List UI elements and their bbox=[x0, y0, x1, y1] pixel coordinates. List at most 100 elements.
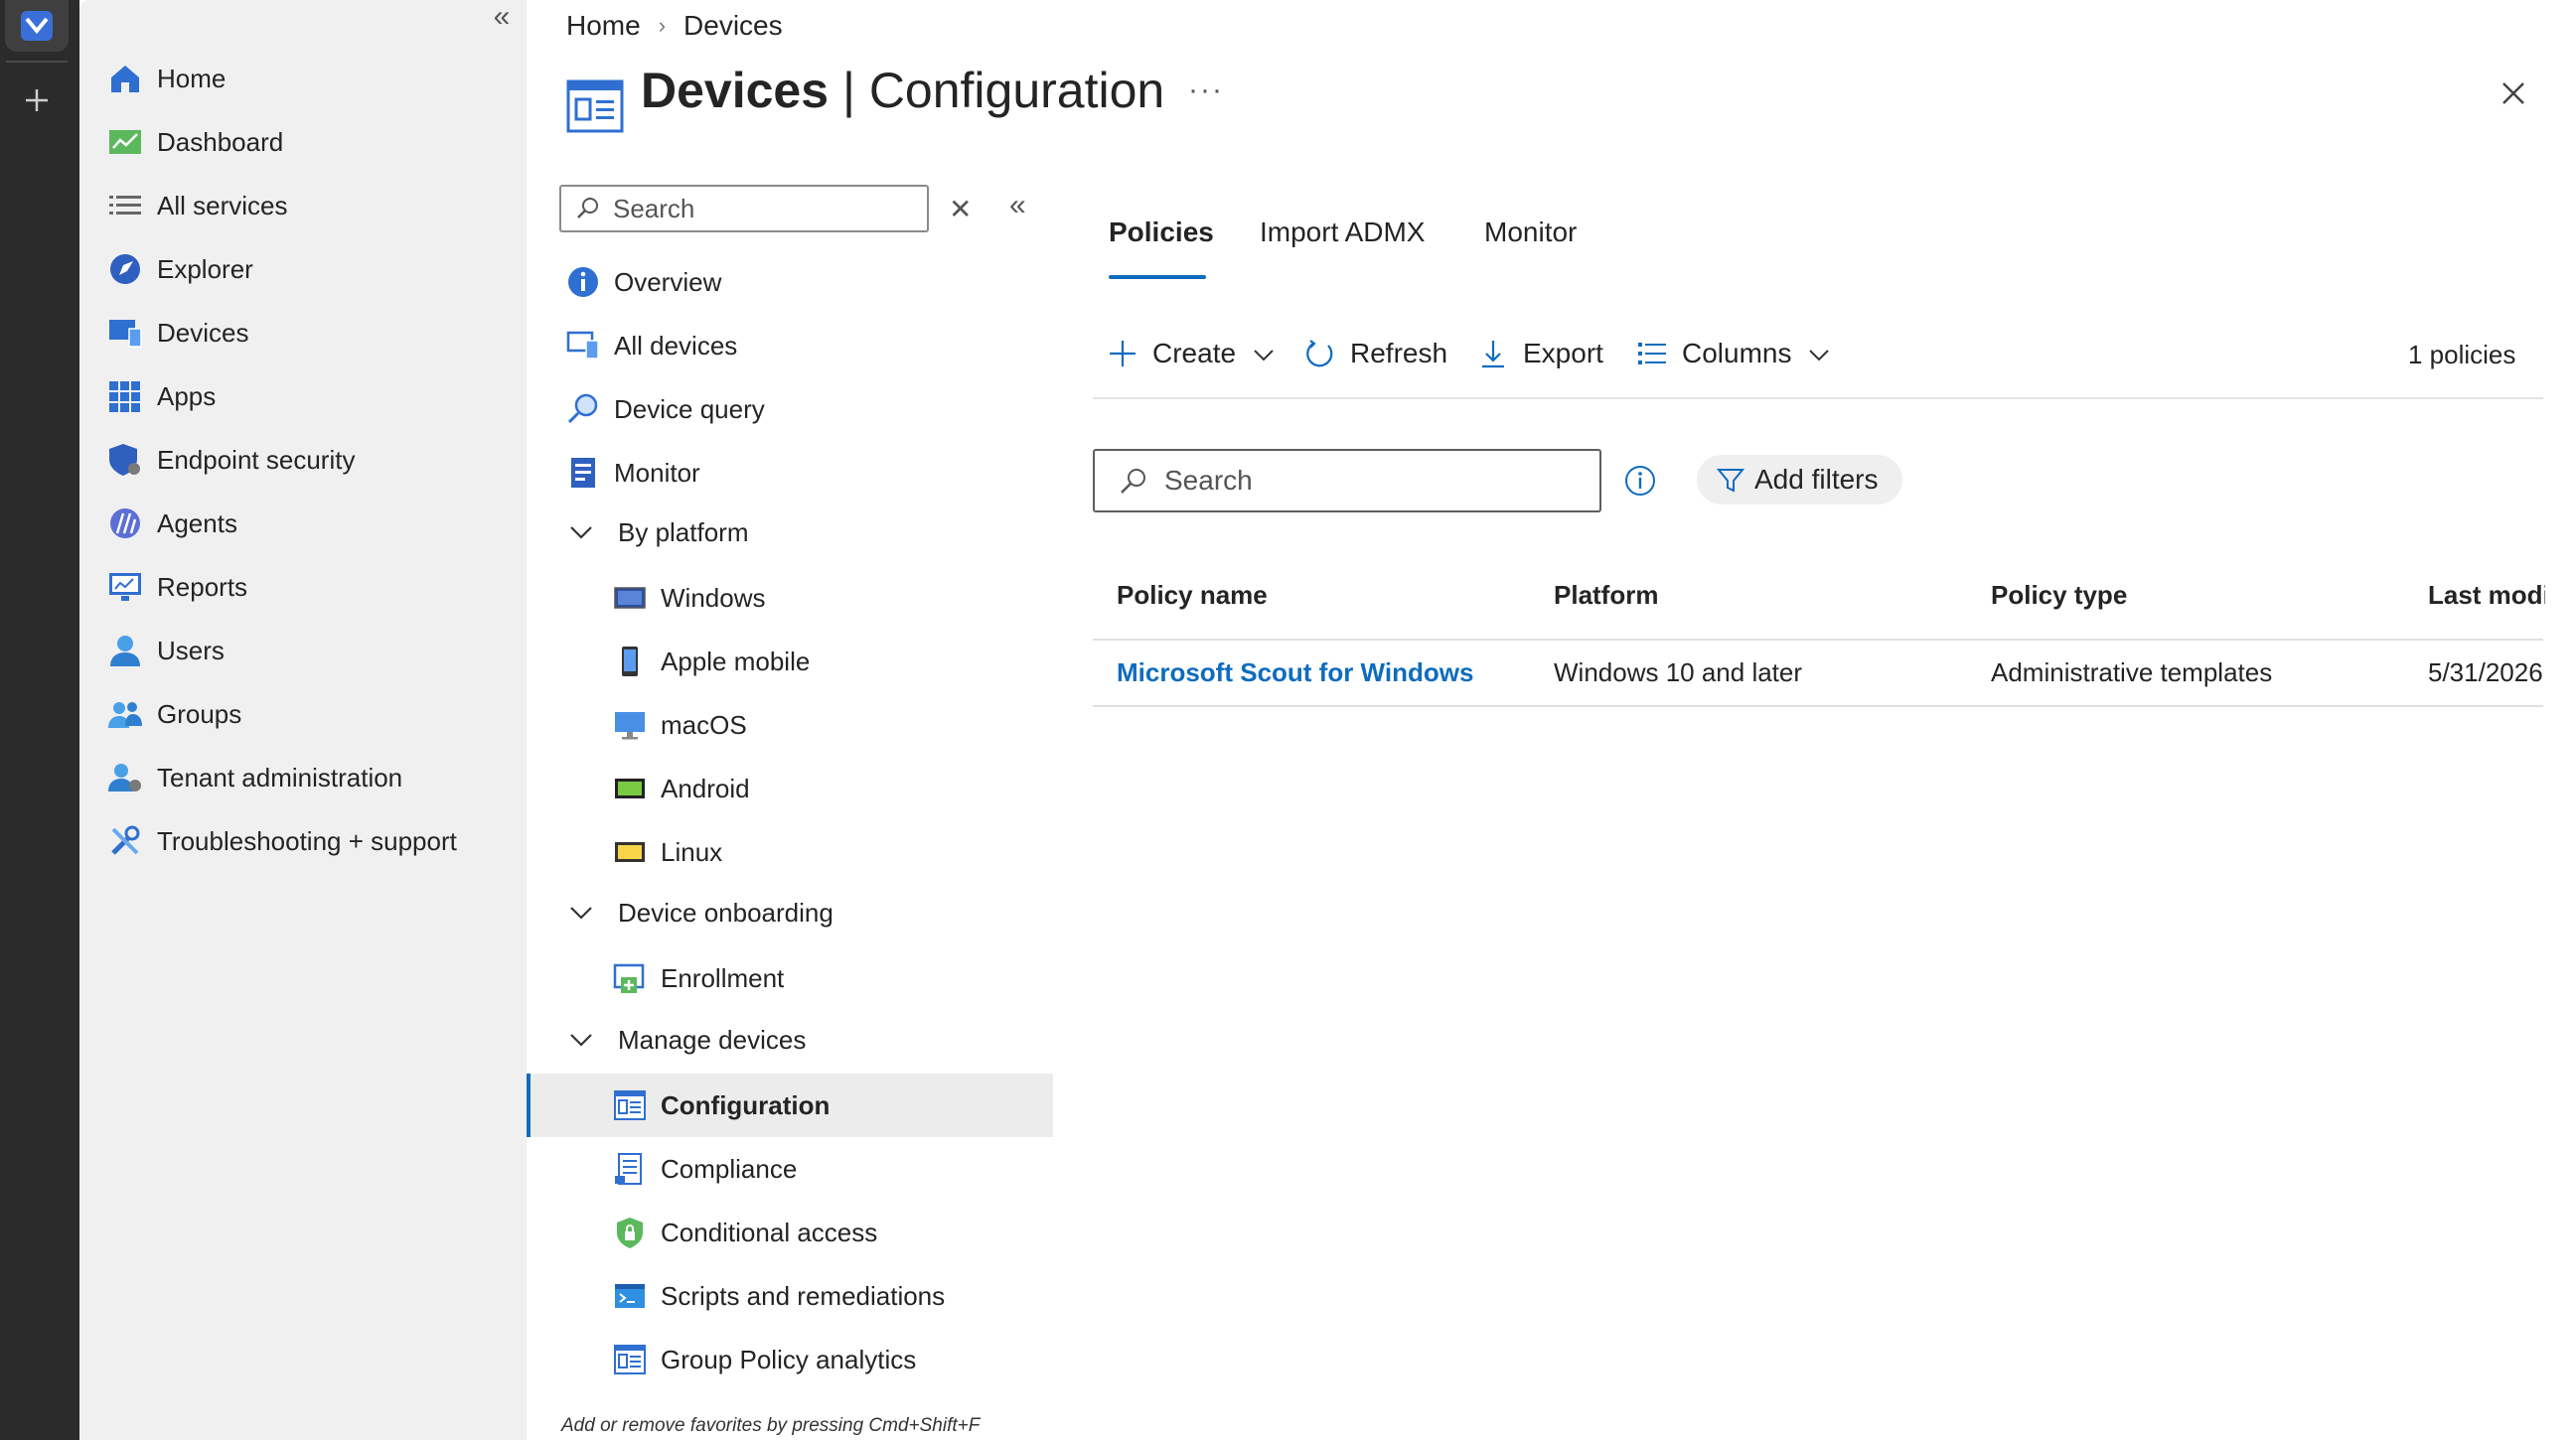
menu-item-compliance[interactable]: Compliance bbox=[613, 1139, 797, 1199]
agents-icon bbox=[107, 505, 143, 541]
resource-menu-search-input[interactable]: Search bbox=[559, 185, 929, 232]
menu-item-label: All devices bbox=[614, 330, 738, 360]
nav-item-devices[interactable]: Devices bbox=[107, 307, 248, 359]
column-header-policy-name[interactable]: Policy name bbox=[1117, 580, 1268, 611]
dashboard-icon bbox=[107, 124, 143, 160]
explorer-icon bbox=[107, 251, 143, 287]
menu-group-label: Manage devices bbox=[618, 1024, 807, 1055]
apps-icon bbox=[107, 378, 143, 414]
breadcrumb: Home › Devices bbox=[566, 6, 783, 46]
plus-icon bbox=[1107, 338, 1138, 369]
wrench-icon bbox=[107, 823, 143, 859]
resource-menu-search-placeholder: Search bbox=[613, 193, 695, 223]
page-title-bold: Devices bbox=[641, 63, 830, 118]
devices-icon bbox=[566, 329, 600, 362]
group-policy-icon bbox=[613, 1343, 647, 1376]
add-filters-button[interactable]: Add filters bbox=[1697, 455, 1902, 504]
menu-item-label: Linux bbox=[661, 836, 723, 867]
menu-item-windows[interactable]: Windows bbox=[613, 568, 765, 628]
groups-icon bbox=[107, 696, 143, 732]
menu-group-device-onboarding[interactable]: Device onboarding bbox=[568, 883, 833, 942]
nav-item-dashboard[interactable]: Dashboard bbox=[107, 116, 283, 168]
menu-item-configuration[interactable]: Configuration bbox=[613, 1076, 830, 1135]
create-button[interactable]: Create bbox=[1107, 334, 1276, 373]
column-header-platform[interactable]: Platform bbox=[1554, 580, 1658, 611]
clear-search-icon[interactable]: ✕ bbox=[949, 193, 972, 225]
menu-item-scripts[interactable]: Scripts and remediations bbox=[613, 1266, 945, 1326]
devices-icon bbox=[107, 315, 143, 351]
nav-item-all-services[interactable]: All services bbox=[107, 180, 287, 231]
columns-label: Columns bbox=[1682, 338, 1792, 368]
menu-item-macos[interactable]: macOS bbox=[613, 695, 747, 755]
nav-item-tenant-administration[interactable]: Tenant administration bbox=[107, 752, 402, 803]
table-row-divider bbox=[1093, 705, 2543, 707]
table-clip-edge bbox=[2545, 556, 2576, 755]
close-icon[interactable] bbox=[2494, 73, 2533, 113]
menu-item-android[interactable]: Android bbox=[613, 759, 750, 818]
column-header-last-modified[interactable]: Last modi bbox=[2428, 580, 2550, 611]
refresh-icon bbox=[1304, 338, 1336, 369]
monitor-icon bbox=[566, 456, 600, 490]
breadcrumb-devices[interactable]: Devices bbox=[683, 10, 783, 42]
more-options-button[interactable]: ··· bbox=[1188, 73, 1224, 107]
menu-item-overview[interactable]: Overview bbox=[566, 252, 721, 312]
breadcrumb-home[interactable]: Home bbox=[566, 10, 641, 42]
menu-item-label: macOS bbox=[661, 709, 747, 740]
nav-item-label: Troubleshooting + support bbox=[157, 825, 457, 856]
menu-item-group-policy-analytics[interactable]: Group Policy analytics bbox=[613, 1330, 916, 1389]
menu-item-label: Group Policy analytics bbox=[661, 1344, 917, 1374]
nav-item-users[interactable]: Users bbox=[107, 625, 225, 676]
info-circle-icon bbox=[566, 265, 600, 299]
page-title: Devices | Configuration bbox=[641, 62, 1164, 119]
portal-navigation: « Home Dashboard All services Explorer D… bbox=[79, 0, 527, 1440]
nav-item-groups[interactable]: Groups bbox=[107, 688, 241, 740]
compliance-icon bbox=[613, 1152, 647, 1186]
menu-item-enrollment[interactable]: Enrollment bbox=[613, 948, 784, 1008]
menu-item-all-devices[interactable]: All devices bbox=[566, 316, 737, 375]
collapse-nav-icon[interactable]: « bbox=[487, 2, 517, 32]
menu-item-apple-mobile[interactable]: Apple mobile bbox=[613, 632, 810, 691]
nav-item-agents[interactable]: Agents bbox=[107, 498, 237, 549]
intune-logo-icon[interactable] bbox=[5, 0, 69, 52]
nav-item-home[interactable]: Home bbox=[107, 53, 226, 104]
nav-item-label: Endpoint security bbox=[157, 444, 356, 475]
table-header-divider bbox=[1093, 639, 2543, 641]
menu-item-label: Configuration bbox=[661, 1089, 831, 1120]
collapse-menu-icon[interactable]: « bbox=[1009, 189, 1026, 222]
terminal-icon bbox=[613, 1279, 647, 1313]
refresh-button[interactable]: Refresh bbox=[1304, 334, 1447, 373]
columns-button[interactable]: Columns bbox=[1636, 334, 1831, 373]
menu-item-device-query[interactable]: Device query bbox=[566, 379, 765, 439]
add-icon[interactable] bbox=[20, 83, 54, 117]
nav-item-troubleshooting[interactable]: Troubleshooting + support bbox=[107, 815, 457, 867]
menu-item-label: Apple mobile bbox=[661, 646, 811, 676]
tab-import-admx[interactable]: Import ADMX bbox=[1260, 216, 1425, 248]
menu-item-label: Device query bbox=[614, 393, 765, 424]
info-icon[interactable] bbox=[1623, 464, 1657, 498]
tab-policies[interactable]: Policies bbox=[1109, 216, 1214, 248]
menu-item-linux[interactable]: Linux bbox=[613, 822, 722, 882]
nav-item-label: Tenant administration bbox=[157, 762, 403, 792]
menu-item-conditional-access[interactable]: Conditional access bbox=[613, 1203, 877, 1262]
nav-item-endpoint-security[interactable]: Endpoint security bbox=[107, 434, 355, 486]
policy-search-input[interactable]: Search bbox=[1093, 449, 1601, 512]
nav-item-label: Agents bbox=[157, 507, 237, 538]
menu-group-by-platform[interactable]: By platform bbox=[568, 503, 749, 562]
nav-item-apps[interactable]: Apps bbox=[107, 370, 216, 422]
filter-icon bbox=[1716, 466, 1745, 494]
menu-item-label: Windows bbox=[661, 582, 766, 613]
lock-shield-icon bbox=[613, 1216, 647, 1249]
policy-name-link[interactable]: Microsoft Scout for Windows bbox=[1117, 657, 1473, 688]
nav-item-explorer[interactable]: Explorer bbox=[107, 243, 253, 295]
nav-item-label: Devices bbox=[157, 317, 249, 348]
menu-item-monitor[interactable]: Monitor bbox=[566, 443, 700, 503]
home-icon bbox=[107, 61, 143, 96]
tab-monitor[interactable]: Monitor bbox=[1484, 216, 1577, 248]
export-button[interactable]: Export bbox=[1477, 334, 1603, 373]
page-title-rest: | Configuration bbox=[829, 63, 1165, 118]
nav-item-reports[interactable]: Reports bbox=[107, 561, 247, 613]
menu-group-manage-devices[interactable]: Manage devices bbox=[568, 1010, 806, 1070]
policy-count: 1 policies bbox=[2408, 340, 2516, 369]
column-header-policy-type[interactable]: Policy type bbox=[1991, 580, 2127, 611]
policy-type: Administrative templates bbox=[1991, 657, 2273, 687]
